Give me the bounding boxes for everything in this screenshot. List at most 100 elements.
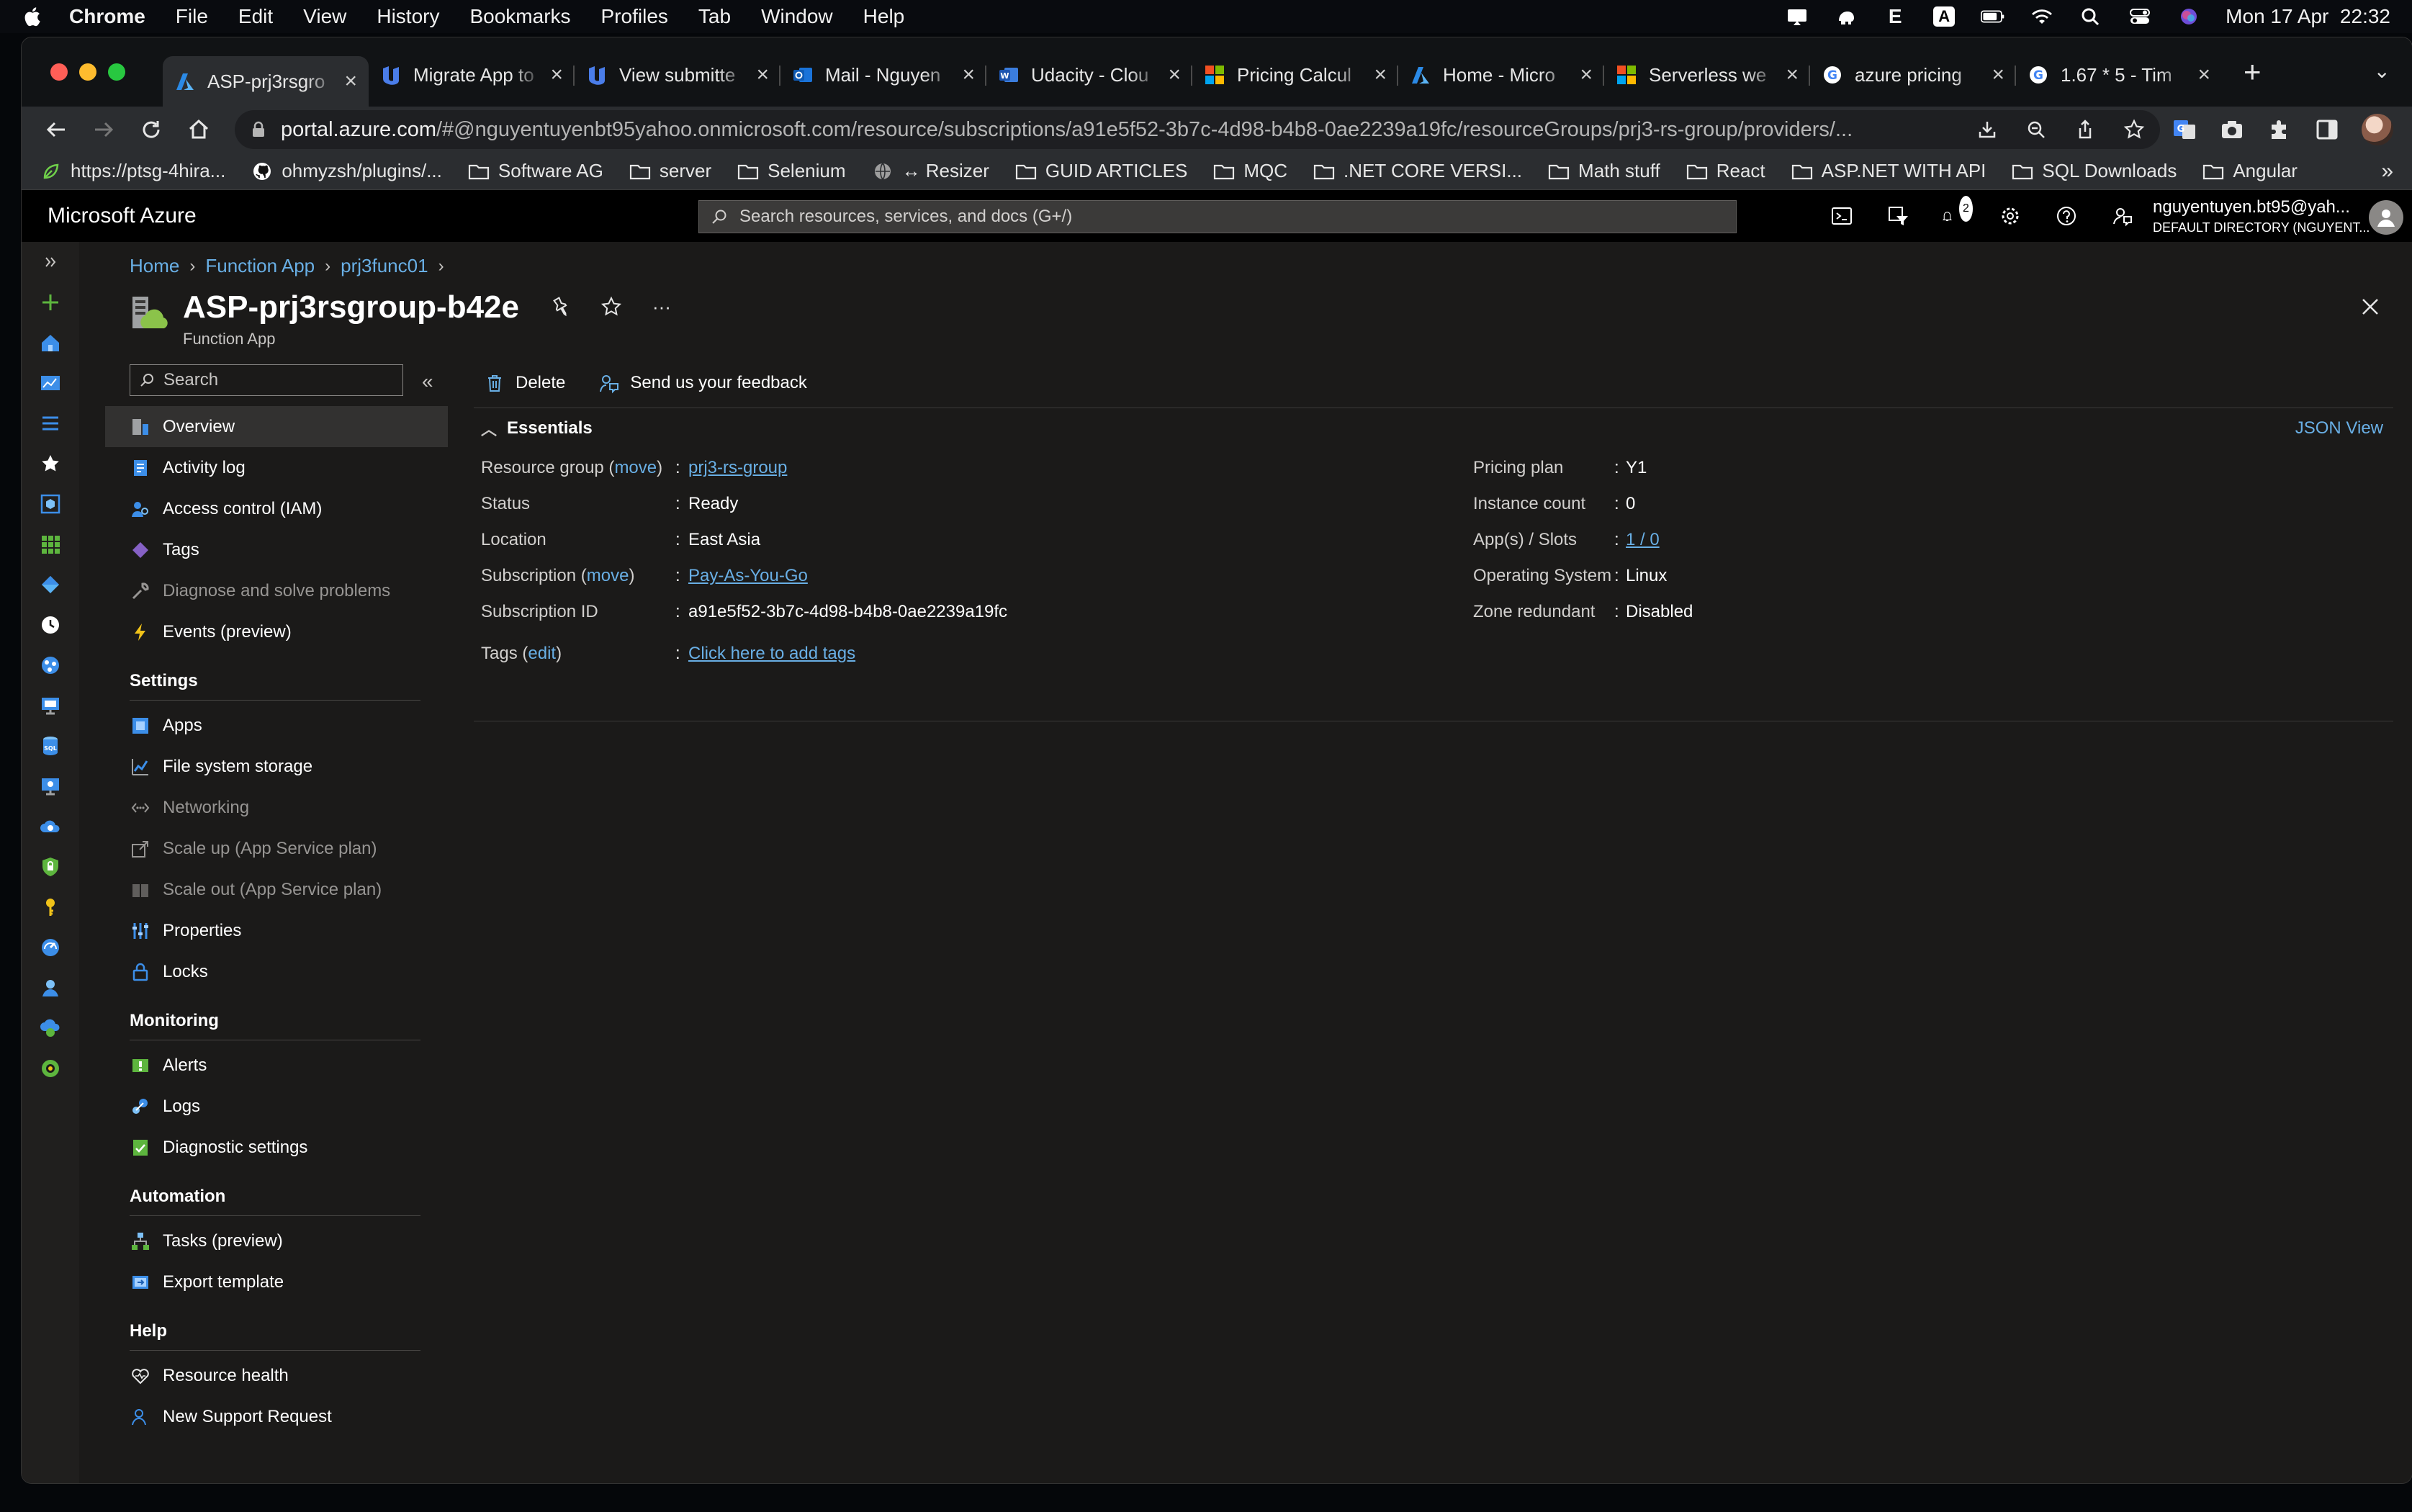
menu-app-chrome[interactable]: Chrome bbox=[69, 5, 145, 28]
cloud-shell-icon[interactable] bbox=[1829, 203, 1855, 229]
move-resource-group-link[interactable]: move bbox=[614, 458, 657, 477]
azure-brand[interactable]: Microsoft Azure bbox=[48, 204, 696, 228]
install-app-icon[interactable] bbox=[1976, 118, 1999, 141]
feedback-person-icon[interactable] bbox=[2110, 203, 2136, 229]
fullscreen-window-button[interactable] bbox=[108, 63, 125, 81]
wifi-icon[interactable] bbox=[2030, 6, 2054, 27]
bookmark-mqc[interactable]: MQC bbox=[1213, 160, 1287, 182]
close-tab-icon[interactable]: × bbox=[1168, 63, 1181, 87]
bookmark-sql-downloads[interactable]: SQL Downloads bbox=[2012, 160, 2177, 182]
home-icon[interactable] bbox=[183, 114, 215, 145]
bookmark-ohmyzsh[interactable]: ohmyzsh/plugins/... bbox=[251, 160, 442, 182]
clock-icon[interactable] bbox=[22, 605, 79, 645]
bookmark-net-core[interactable]: .NET CORE VERSI... bbox=[1313, 160, 1522, 182]
move-subscription-link[interactable]: move bbox=[587, 566, 629, 585]
close-tab-icon[interactable]: × bbox=[756, 63, 769, 87]
nav-diagnostic-settings[interactable]: Diagnostic settings bbox=[105, 1127, 448, 1168]
bookmark-react[interactable]: React bbox=[1686, 160, 1765, 182]
menu-bookmarks[interactable]: Bookmarks bbox=[469, 5, 570, 28]
tab-home-microsoft[interactable]: Home - Micro × bbox=[1398, 53, 1604, 97]
spotlight-search-icon[interactable] bbox=[2079, 6, 2103, 27]
nav-scale-up[interactable]: Scale up (App Service plan) bbox=[105, 828, 448, 869]
close-tab-icon[interactable]: × bbox=[1786, 63, 1799, 87]
nav-tasks[interactable]: Tasks (preview) bbox=[105, 1220, 448, 1261]
cloud-services-icon[interactable] bbox=[22, 806, 79, 847]
tab-mail[interactable]: Mail - Nguyen × bbox=[780, 53, 986, 97]
nav-overview[interactable]: Overview bbox=[105, 406, 448, 447]
battery-icon[interactable] bbox=[1981, 6, 2005, 27]
apps-slots-link[interactable]: 1 / 0 bbox=[1626, 530, 1660, 549]
resource-groups-icon[interactable] bbox=[22, 484, 79, 524]
json-view-link[interactable]: JSON View bbox=[2295, 418, 2383, 438]
tab-migrate-app[interactable]: Migrate App to × bbox=[369, 53, 575, 97]
home-icon[interactable] bbox=[22, 323, 79, 363]
bookmark-software-ag[interactable]: Software AG bbox=[468, 160, 603, 182]
nav-logs[interactable]: Logs bbox=[105, 1086, 448, 1127]
menubar-clock[interactable]: Mon 17 Apr 22:32 bbox=[2226, 5, 2390, 28]
user-avatar-icon[interactable] bbox=[2369, 200, 2403, 235]
close-tab-icon[interactable]: × bbox=[344, 69, 357, 94]
close-tab-icon[interactable]: × bbox=[1580, 63, 1593, 87]
nav-resource-health[interactable]: Resource health bbox=[105, 1355, 448, 1396]
close-tab-icon[interactable]: × bbox=[1374, 63, 1387, 87]
security-shield-icon[interactable] bbox=[22, 847, 79, 887]
tab-asp-prj3rsgroup[interactable]: ASP-prj3rsgro × bbox=[163, 56, 369, 107]
close-icon[interactable] bbox=[2359, 295, 2382, 318]
extensions-puzzle-icon[interactable] bbox=[2267, 117, 2292, 143]
delete-button[interactable]: Delete bbox=[484, 372, 565, 394]
key-vault-icon[interactable] bbox=[22, 887, 79, 927]
pin-icon[interactable] bbox=[549, 295, 572, 318]
essentials-toggle[interactable]: ︿ Essentials JSON View bbox=[474, 408, 2393, 448]
help-support-icon[interactable] bbox=[22, 1048, 79, 1089]
nav-activity-log[interactable]: Activity log bbox=[105, 447, 448, 488]
close-tab-icon[interactable]: × bbox=[550, 63, 563, 87]
monitor-icon[interactable] bbox=[22, 766, 79, 806]
tab-pricing-calculator[interactable]: Pricing Calcul × bbox=[1192, 53, 1398, 97]
breadcrumb-home[interactable]: Home bbox=[130, 255, 179, 277]
new-tab-button[interactable]: + bbox=[2244, 55, 2262, 89]
create-resource-icon[interactable] bbox=[22, 282, 79, 323]
bookmarks-overflow-button[interactable]: » bbox=[2381, 159, 2393, 184]
menu-view[interactable]: View bbox=[303, 5, 346, 28]
app-services-icon[interactable] bbox=[22, 564, 79, 605]
resource-group-link[interactable]: prj3-rs-group bbox=[688, 458, 787, 477]
control-center-icon[interactable] bbox=[2128, 6, 2152, 27]
help-question-icon[interactable] bbox=[2053, 203, 2079, 229]
tab-serverless[interactable]: Serverless we × bbox=[1604, 53, 1810, 97]
nav-diagnose-solve[interactable]: Diagnose and solve problems bbox=[105, 570, 448, 611]
nav-apps[interactable]: Apps bbox=[105, 705, 448, 746]
nav-alerts[interactable]: Alerts bbox=[105, 1045, 448, 1086]
zoom-icon[interactable] bbox=[2025, 118, 2048, 141]
favorites-star-icon[interactable] bbox=[22, 444, 79, 484]
forward-arrow-icon[interactable] bbox=[88, 114, 120, 145]
breadcrumb-prj3func01[interactable]: prj3func01 bbox=[341, 255, 428, 277]
screen-mirror-icon[interactable] bbox=[1785, 6, 1809, 27]
nav-tags[interactable]: Tags bbox=[105, 529, 448, 570]
add-tags-link[interactable]: Click here to add tags bbox=[688, 644, 855, 663]
close-tab-icon[interactable]: × bbox=[2197, 63, 2210, 87]
nav-access-control[interactable]: Access control (IAM) bbox=[105, 488, 448, 529]
nav-events[interactable]: Events (preview) bbox=[105, 611, 448, 652]
tab-udacity-cloud[interactable]: W Udacity - Clou × bbox=[986, 53, 1192, 97]
close-tab-icon[interactable]: × bbox=[962, 63, 975, 87]
address-bar[interactable]: portal.azure.com/#@nguyentuyenbt95yahoo.… bbox=[235, 110, 2160, 149]
bookmark-server[interactable]: server bbox=[629, 160, 711, 182]
tab-azure-pricing[interactable]: G azure pricing × bbox=[1810, 53, 2016, 97]
collapse-menu-button[interactable]: « bbox=[422, 370, 433, 393]
tab-view-submitted[interactable]: View submitte × bbox=[575, 53, 780, 97]
all-resources-icon[interactable] bbox=[22, 524, 79, 564]
profile-avatar[interactable] bbox=[2362, 114, 2393, 145]
menu-file[interactable]: File bbox=[176, 5, 208, 28]
screenshot-camera-icon[interactable] bbox=[2219, 117, 2245, 143]
bookmark-resizer[interactable]: ↔ Resizer bbox=[872, 160, 989, 182]
minimize-window-button[interactable] bbox=[79, 63, 96, 81]
entra-user-icon[interactable] bbox=[22, 968, 79, 1008]
url-text[interactable]: portal.azure.com/#@nguyentuyenbt95yahoo.… bbox=[281, 118, 1958, 142]
all-services-icon[interactable] bbox=[22, 403, 79, 444]
menu-profiles[interactable]: Profiles bbox=[601, 5, 668, 28]
nav-properties[interactable]: Properties bbox=[105, 910, 448, 951]
menu-edit[interactable]: Edit bbox=[238, 5, 273, 28]
nav-export-template[interactable]: Export template bbox=[105, 1261, 448, 1302]
apple-icon[interactable] bbox=[22, 6, 42, 27]
close-window-button[interactable] bbox=[50, 63, 68, 81]
